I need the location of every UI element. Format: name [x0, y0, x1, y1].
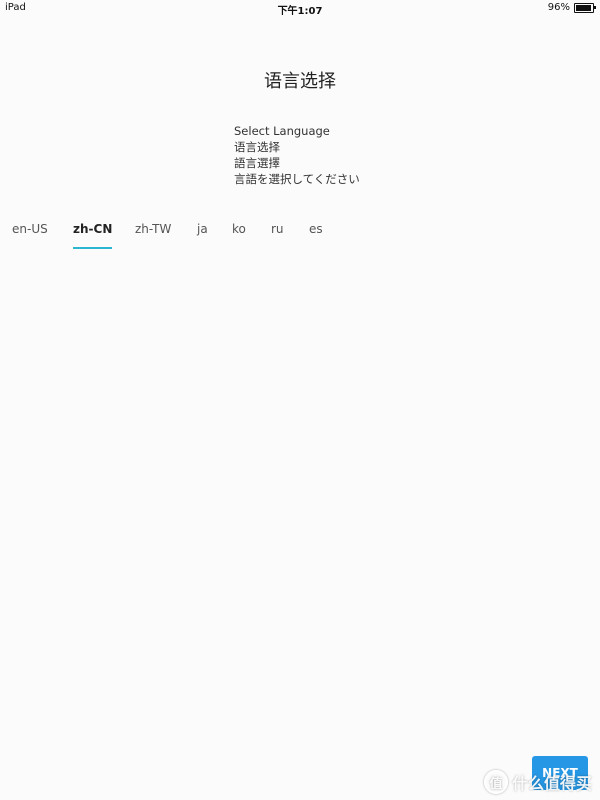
- tab-label: zh-TW: [135, 222, 172, 236]
- selected-tab-indicator: [73, 247, 113, 249]
- tab-label: zh-CN: [73, 222, 113, 236]
- tab-label: ru: [271, 222, 284, 236]
- battery-percent: 96%: [547, 2, 570, 13]
- tab-en-us[interactable]: en-US: [12, 219, 48, 249]
- status-time: 下午1:07: [277, 6, 323, 17]
- tab-ko[interactable]: ko: [232, 219, 246, 249]
- tab-label: es: [309, 222, 323, 236]
- page-title: 语言选择: [264, 71, 336, 92]
- select-language-prompts: Select Language 语言选择 語言選擇 言語を選択してください: [234, 123, 360, 187]
- battery-fill: [576, 4, 592, 11]
- tab-label: ja: [197, 222, 208, 236]
- battery-tip: [594, 5, 596, 9]
- next-button-label: NEXT: [542, 766, 578, 780]
- tab-zh-cn[interactable]: zh-CN: [73, 219, 113, 249]
- watermark-logo-icon: 值: [483, 770, 508, 794]
- watermark-logo-glyph: 值: [489, 776, 503, 792]
- tab-label: en-US: [12, 222, 48, 236]
- language-tab-bar: en-US zh-CN zh-TW ja ko ru es: [0, 219, 360, 251]
- prompt-line-zh-tw: 語言選擇: [234, 156, 280, 170]
- prompt-line-zh-cn: 语言选择: [234, 140, 280, 154]
- tab-ru[interactable]: ru: [271, 219, 284, 249]
- status-bar: iPad 下午1:07 96%: [0, 0, 600, 17]
- tab-ja[interactable]: ja: [197, 219, 208, 249]
- next-button[interactable]: NEXT: [532, 756, 588, 790]
- battery-icon: [574, 2, 596, 13]
- tab-zh-tw[interactable]: zh-TW: [135, 219, 171, 249]
- prompt-line-en: Select Language: [234, 124, 330, 138]
- tab-es[interactable]: es: [309, 219, 323, 249]
- prompt-line-ja: 言語を選択してください: [234, 172, 360, 186]
- battery-status: 96%: [547, 2, 596, 13]
- tab-label: ko: [232, 222, 246, 236]
